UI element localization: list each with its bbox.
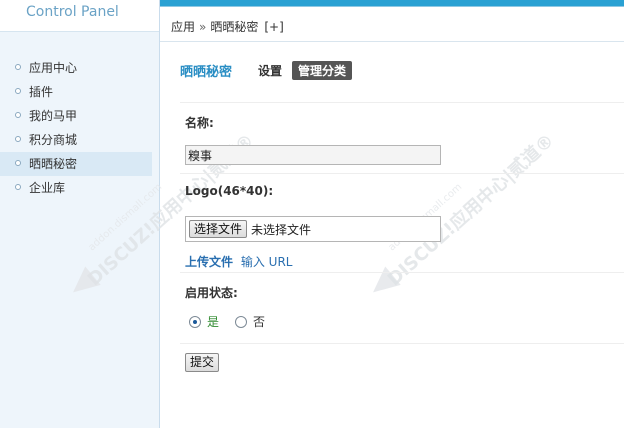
breadcrumb-current[interactable]: 晒晒秘密 (210, 20, 258, 34)
sidebar-item-points-mall[interactable]: 积分商城 (0, 128, 159, 152)
file-status-text: 未选择文件 (251, 222, 312, 237)
bullet-icon (15, 88, 21, 94)
divider (180, 343, 624, 344)
sidebar-item-enterprise[interactable]: 企业库 (0, 176, 159, 200)
input-url-link[interactable]: 输入 URL (241, 255, 293, 269)
add-shortcut-button[interactable]: [+] (264, 20, 283, 34)
radio-yes-label: 是 (207, 315, 220, 329)
divider (180, 272, 624, 273)
divider (160, 41, 624, 42)
name-input[interactable] (185, 145, 441, 165)
tab-settings[interactable]: 设置 (258, 62, 282, 79)
status-radio-group: 是 否 (189, 313, 265, 330)
logo-label: Logo(46*40): (185, 184, 274, 198)
status-label: 启用状态: (185, 286, 238, 300)
breadcrumb-separator: » (199, 20, 207, 34)
radio-yes[interactable] (189, 315, 201, 328)
name-label: 名称: (185, 116, 214, 130)
sidebar-item-app-center[interactable]: 应用中心 (0, 56, 159, 80)
upload-file-link[interactable]: 上传文件 (185, 255, 233, 269)
breadcrumb: 应用 » 晒晒秘密 [+] (171, 18, 284, 35)
bullet-icon (15, 112, 21, 118)
sidebar-item-my-vest[interactable]: 我的马甲 (0, 104, 159, 128)
submit-button[interactable]: 提交 (185, 353, 220, 372)
tab-bar: 晒晒秘密 设置 管理分类 (180, 60, 353, 80)
divider (180, 173, 624, 174)
bullet-icon (15, 136, 21, 142)
sidebar-item-secrets[interactable]: 晒晒秘密 (0, 152, 152, 176)
bullet-icon (15, 64, 21, 70)
sidebar-item-label: 应用中心 (29, 61, 78, 75)
sidebar-item-label: 晒晒秘密 (29, 157, 78, 171)
sidebar-item-label: 企业库 (29, 181, 66, 195)
sidebar-item-label: 积分商城 (29, 133, 78, 147)
top-accent-bar (160, 0, 624, 7)
sidebar-menu: 应用中心 插件 我的马甲 积分商城 晒晒秘密 企业库 (0, 42, 159, 200)
page-title: 晒晒秘密 (180, 64, 233, 80)
tab-manage-categories[interactable]: 管理分类 (292, 60, 353, 80)
bullet-icon (15, 160, 21, 166)
logo-source-links: 上传文件 输入 URL (185, 253, 292, 270)
sidebar-item-label: 我的马甲 (29, 109, 78, 123)
divider (180, 102, 624, 103)
logo-file-input[interactable]: 选择文件 未选择文件 (185, 216, 441, 242)
bullet-icon (15, 184, 21, 190)
breadcrumb-root[interactable]: 应用 (171, 20, 195, 34)
brand-title: Control Panel (0, 0, 159, 32)
radio-no[interactable] (235, 315, 248, 328)
sidebar-item-plugins[interactable]: 插件 (0, 80, 159, 104)
choose-file-button[interactable]: 选择文件 (189, 220, 248, 238)
radio-no-label: 否 (253, 315, 266, 329)
sidebar-item-label: 插件 (29, 85, 54, 99)
